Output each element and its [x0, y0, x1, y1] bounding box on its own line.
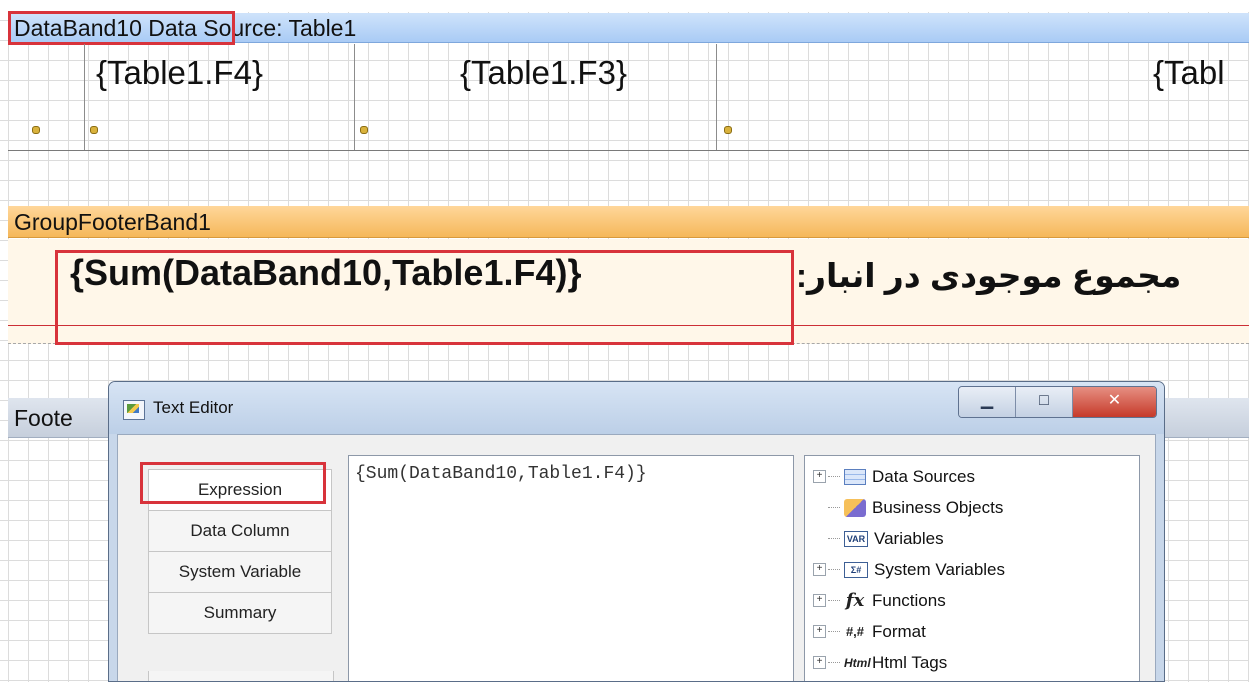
close-button[interactable]: ✕: [1073, 387, 1156, 417]
expand-icon[interactable]: +: [813, 470, 826, 484]
cell-divider: [354, 44, 355, 150]
field-table1-f3[interactable]: {Table1.F3}: [460, 54, 627, 92]
window-controls: ▁ □ ✕: [958, 386, 1157, 418]
cell-marker-icon: [724, 126, 732, 134]
cell-divider: [84, 44, 85, 150]
functions-icon: fx: [845, 589, 865, 611]
groupfooter-name: GroupFooterBand1: [14, 209, 211, 235]
minimize-button[interactable]: ▁: [959, 387, 1016, 417]
sum-expression-highlight: [55, 250, 794, 345]
tree-item-html-tags[interactable]: + HtmlHtml Tags: [813, 646, 947, 677]
variables-icon: VAR: [844, 530, 868, 547]
format-icon: #,#: [845, 623, 865, 639]
data-sources-icon: [844, 468, 866, 485]
text-editor-icon: [123, 400, 145, 420]
expression-editor-text[interactable]: {Sum(DataBand10,Table1.F4)}: [355, 464, 647, 484]
business-objects-icon: [844, 498, 866, 517]
databand-row[interactable]: {Table1.F4} {Table1.F3} {Tabl: [8, 44, 1249, 151]
expand-icon[interactable]: +: [813, 594, 826, 608]
tree-item-system-variables[interactable]: + Σ# System Variables: [813, 553, 1005, 584]
expression-tab-highlight: [140, 462, 326, 504]
dialog-titlebar[interactable]: Text Editor ▁ □ ✕: [109, 382, 1164, 434]
tree-item-data-sources[interactable]: + Data Sources: [813, 460, 975, 491]
expand-icon[interactable]: +: [813, 656, 826, 670]
expand-icon[interactable]: +: [813, 563, 826, 577]
expand-icon[interactable]: +: [813, 625, 826, 639]
footer-name: Foote: [14, 405, 73, 431]
dialog-title: Text Editor: [153, 398, 234, 417]
tree-item-format[interactable]: + #,# Format: [813, 615, 926, 646]
tree-item-variables[interactable]: VAR Variables: [813, 522, 944, 553]
tab-panel-filler: [148, 671, 334, 681]
text-editor-dialog[interactable]: Text Editor ▁ □ ✕ Expression Data Column…: [108, 381, 1165, 682]
cell-divider: [716, 44, 717, 150]
expression-editor[interactable]: {Sum(DataBand10,Table1.F4)}: [348, 455, 794, 681]
tab-system-variable[interactable]: System Variable: [148, 551, 332, 593]
tree-item-business-objects[interactable]: Business Objects: [813, 491, 1003, 522]
field-table1-partial[interactable]: {Tabl: [1153, 54, 1225, 92]
html-tags-icon: Html: [844, 655, 871, 670]
databand-name-highlight: [8, 11, 235, 45]
cell-marker-icon: [32, 126, 40, 134]
tab-data-column[interactable]: Data Column: [148, 510, 332, 552]
dictionary-tree[interactable]: + Data Sources Business Objects VAR Variab…: [804, 455, 1140, 681]
total-stock-label[interactable]: مجموع موجودی در انبار:: [796, 256, 1181, 295]
system-variables-icon: Σ#: [844, 561, 868, 578]
cell-marker-icon: [360, 126, 368, 134]
tree-item-functions[interactable]: + fx Functions: [813, 584, 946, 615]
maximize-button[interactable]: □: [1016, 387, 1073, 417]
groupfooter-header[interactable]: GroupFooterBand1: [8, 206, 1249, 238]
tab-summary[interactable]: Summary: [148, 592, 332, 634]
field-table1-f4[interactable]: {Table1.F4}: [96, 54, 263, 92]
cell-marker-icon: [90, 126, 98, 134]
